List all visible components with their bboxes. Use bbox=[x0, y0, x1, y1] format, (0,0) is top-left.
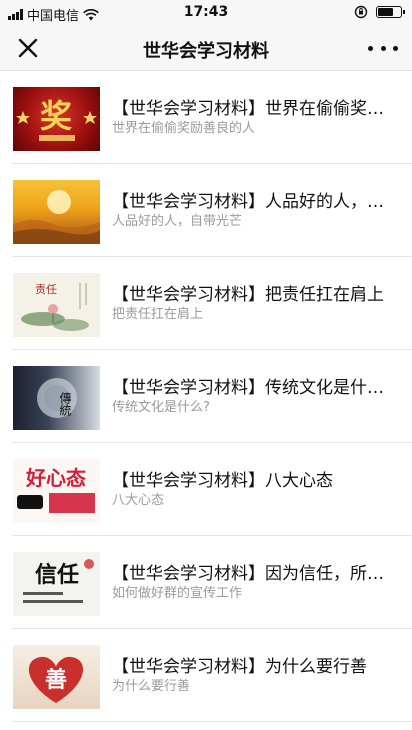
article-subtitle: 世界在偷偷奖励善良的人 bbox=[112, 121, 256, 136]
nav-bar: 世华会学习材料 bbox=[0, 26, 412, 71]
page-title: 世华会学习材料 bbox=[143, 41, 269, 62]
more-button[interactable] bbox=[368, 34, 398, 62]
battery-icon bbox=[376, 6, 405, 18]
article-thumbnail: 好心态 bbox=[13, 459, 100, 523]
article-title: 【世华会学习材料】传统文化是什么？ bbox=[112, 378, 394, 398]
battery-fill bbox=[378, 8, 393, 16]
sunset-field-image-icon bbox=[13, 190, 100, 244]
article-subtitle: 把责任扛在肩上 bbox=[112, 307, 204, 322]
award-image-icon: 奖 bbox=[16, 97, 97, 141]
article-thumbnail: 善 bbox=[13, 645, 100, 709]
more-icon-dot bbox=[380, 45, 386, 51]
article-item[interactable]: 责任 【世华会学习材料】把责任扛在肩上 把责任扛在肩上 bbox=[0, 257, 412, 350]
close-icon bbox=[18, 38, 38, 58]
article-thumbnail: 奖 bbox=[13, 87, 100, 151]
article-item[interactable]: 傳統 【世华会学习材料】传统文化是什么？ 传统文化是什么? bbox=[0, 350, 412, 443]
article-thumbnail: 信任 bbox=[13, 552, 100, 616]
more-icon bbox=[368, 45, 373, 51]
article-subtitle: 如何做好群的宣传工作 bbox=[112, 586, 243, 601]
article-subtitle: 人品好的人，自带光芒 bbox=[112, 214, 243, 229]
article-subtitle: 八大心态 bbox=[112, 493, 165, 508]
svg-text:傳統: 傳統 bbox=[58, 392, 72, 417]
traditional-culture-image-icon: 傳統 bbox=[37, 378, 77, 418]
article-list: 奖 【世华会学习材料】世界在偷偷奖励善良的人 世界在偷偷奖励善良的人 【世华会学… bbox=[0, 71, 412, 722]
status-bar: 中国电信 17:43 bbox=[0, 0, 412, 26]
article-title: 【世华会学习材料】世界在偷偷奖励善良的人 bbox=[112, 99, 394, 119]
article-subtitle: 传统文化是什么? bbox=[112, 400, 210, 415]
article-item[interactable]: 信任 【世华会学习材料】因为信任，所以简单 如何做好群的宣传工作 bbox=[0, 536, 412, 629]
lotus-painting-image-icon: 责任 bbox=[21, 283, 89, 331]
article-item[interactable]: 善 【世华会学习材料】为什么要行善 为什么要行善 bbox=[0, 629, 412, 722]
status-time: 17:43 bbox=[183, 4, 229, 20]
status-right bbox=[354, 5, 405, 19]
article-item[interactable]: 【世华会学习材料】人品好的人，自带光芒 人品好的人，自带光芒 bbox=[0, 164, 412, 257]
more-icon-dot bbox=[393, 45, 398, 51]
article-title: 【世华会学习材料】为什么要行善 bbox=[112, 657, 367, 677]
article-title: 【世华会学习材料】因为信任，所以简单 bbox=[112, 564, 394, 584]
article-title: 【世华会学习材料】把责任扛在肩上 bbox=[112, 285, 384, 305]
svg-text:好心态: 好心态 bbox=[25, 466, 86, 490]
article-subtitle: 为什么要行善 bbox=[112, 679, 191, 694]
article-thumbnail: 傳統 bbox=[13, 366, 100, 430]
good-mindset-image-icon: 好心态 bbox=[17, 466, 95, 513]
rotation-lock-icon bbox=[354, 5, 368, 19]
svg-text:善: 善 bbox=[45, 667, 67, 693]
article-title: 【世华会学习材料】八大心态 bbox=[112, 471, 333, 491]
article-item[interactable]: 好心态 【世华会学习材料】八大心态 八大心态 bbox=[0, 443, 412, 536]
trust-calligraphy-image-icon: 信任 bbox=[23, 559, 94, 603]
article-thumbnail: 责任 bbox=[13, 273, 100, 337]
close-button[interactable] bbox=[14, 34, 42, 62]
kindness-heart-image-icon: 善 bbox=[28, 656, 84, 703]
article-item[interactable]: 奖 【世华会学习材料】世界在偷偷奖励善良的人 世界在偷偷奖励善良的人 bbox=[0, 71, 412, 164]
svg-text:责任: 责任 bbox=[35, 283, 57, 296]
article-title: 【世华会学习材料】人品好的人，自带光芒 bbox=[112, 192, 394, 212]
svg-text:奖: 奖 bbox=[40, 97, 72, 135]
svg-text:信任: 信任 bbox=[35, 562, 79, 588]
article-thumbnail bbox=[13, 180, 100, 244]
